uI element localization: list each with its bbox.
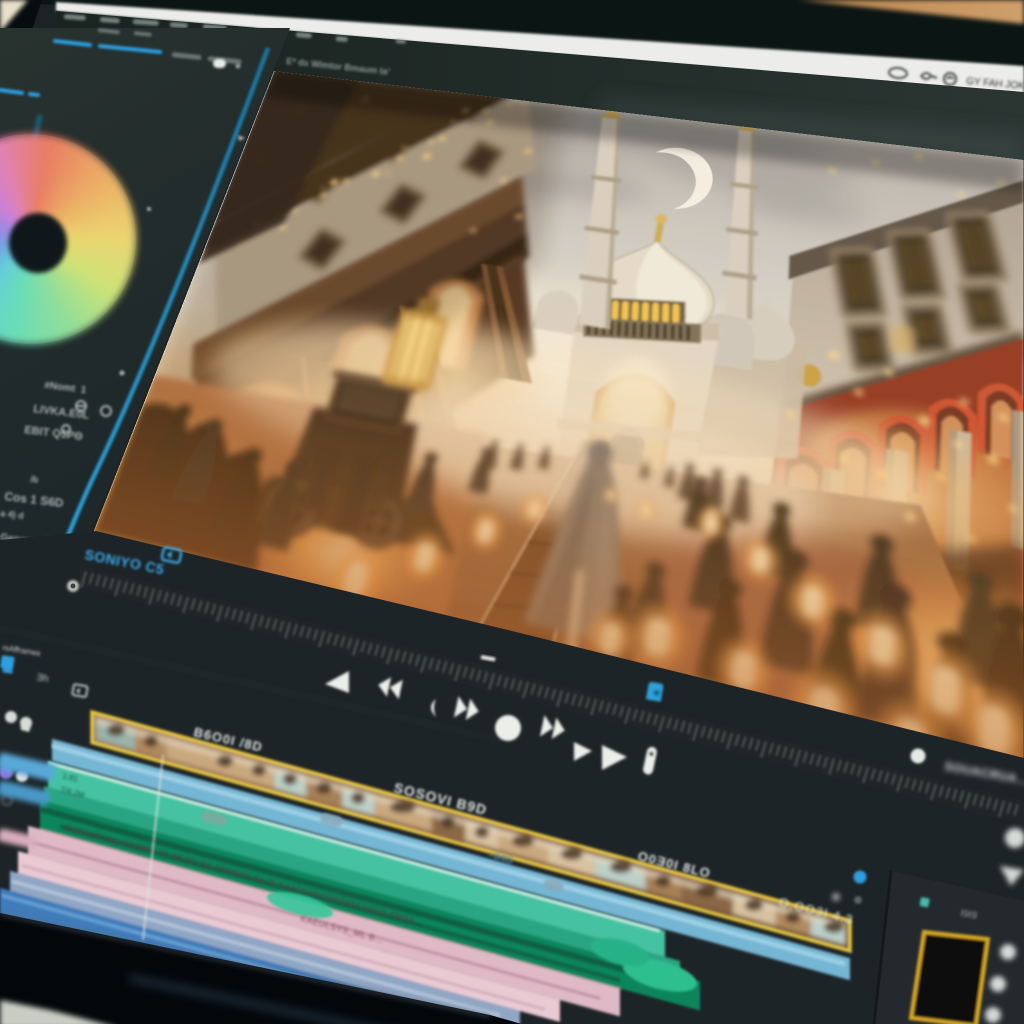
svg-text:Ǝh: Ǝh: [35, 672, 49, 685]
